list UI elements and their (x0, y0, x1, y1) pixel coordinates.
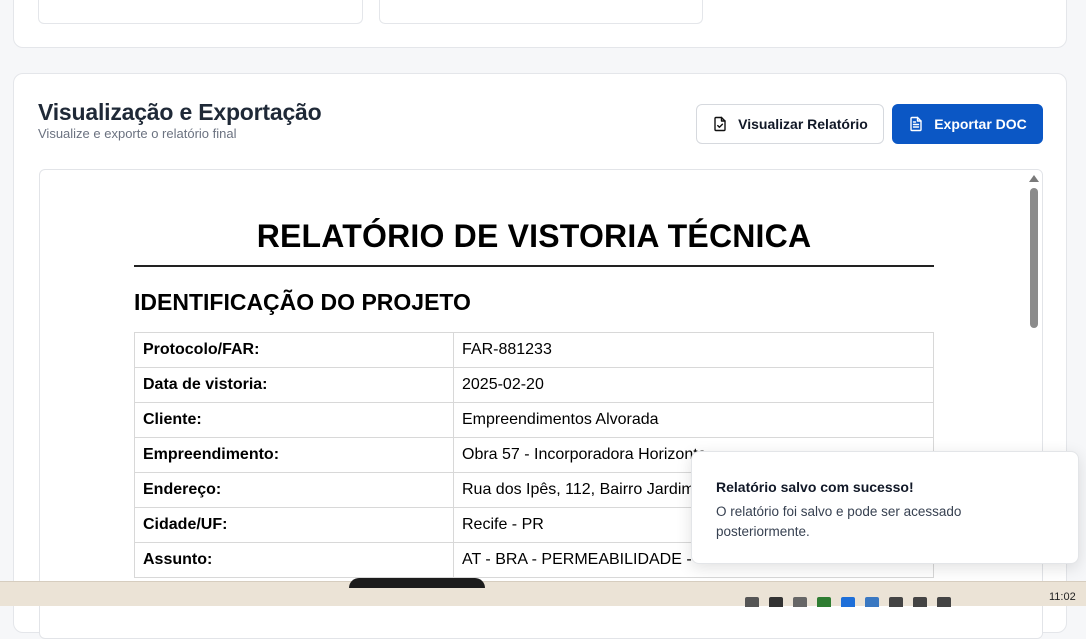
toast-message: O relatório foi salvo e pode ser acessad… (716, 504, 962, 539)
section-heading: IDENTIFICAÇÃO DO PROJETO (134, 289, 471, 315)
scroll-thumb[interactable] (1030, 188, 1038, 328)
input-field-stub[interactable] (379, 0, 703, 24)
table-row: Data de vistoria: 2025-02-20 (134, 367, 934, 403)
row-label: Endereço: (134, 472, 454, 508)
section-subtitle: Visualize e exporte o relatório final (38, 126, 237, 141)
report-preview[interactable]: RELATÓRIO DE VISTORIA TÉCNICA IDENTIFICA… (39, 169, 1043, 639)
table-row: Protocolo/FAR: FAR-881233 (134, 332, 934, 368)
os-taskbar: 11:02 (0, 578, 1086, 607)
preview-scrollbar[interactable] (1026, 170, 1042, 638)
taskbar-clock[interactable]: 11:02 (1049, 591, 1076, 603)
row-label: Assunto: (134, 542, 454, 578)
scroll-up-arrow-icon[interactable] (1029, 175, 1039, 182)
report-title: RELATÓRIO DE VISTORIA TÉCNICA (256, 218, 812, 254)
file-check-icon (714, 116, 726, 132)
title-divider (134, 265, 934, 267)
row-value: Empreendimentos Alvorada (453, 402, 934, 438)
row-value: 2025-02-20 (453, 367, 934, 403)
table-row: Cliente: Empreendimentos Alvorada (134, 402, 934, 438)
file-text-icon (910, 116, 922, 132)
row-label: Protocolo/FAR: (134, 332, 454, 368)
section-title: Visualização e Exportação (38, 99, 322, 125)
input-field-stub[interactable] (38, 0, 363, 24)
view-report-label: Visualizar Relatório (738, 116, 868, 132)
view-report-button[interactable]: Visualizar Relatório (696, 104, 884, 144)
row-value: FAR-881233 (453, 332, 934, 368)
row-label: Cliente: (134, 402, 454, 438)
success-toast[interactable]: Relatório salvo com sucesso! O relatório… (691, 451, 1079, 564)
settings-card (13, 0, 1067, 48)
row-label: Cidade/UF: (134, 507, 454, 543)
export-doc-label: Exportar DOC (934, 116, 1027, 132)
row-label: Empreendimento: (134, 437, 454, 473)
taskbar-app-indicator[interactable] (349, 578, 485, 588)
row-label: Data de vistoria: (134, 367, 454, 403)
toast-title: Relatório salvo com sucesso! (716, 479, 914, 495)
export-doc-button[interactable]: Exportar DOC (892, 104, 1043, 144)
